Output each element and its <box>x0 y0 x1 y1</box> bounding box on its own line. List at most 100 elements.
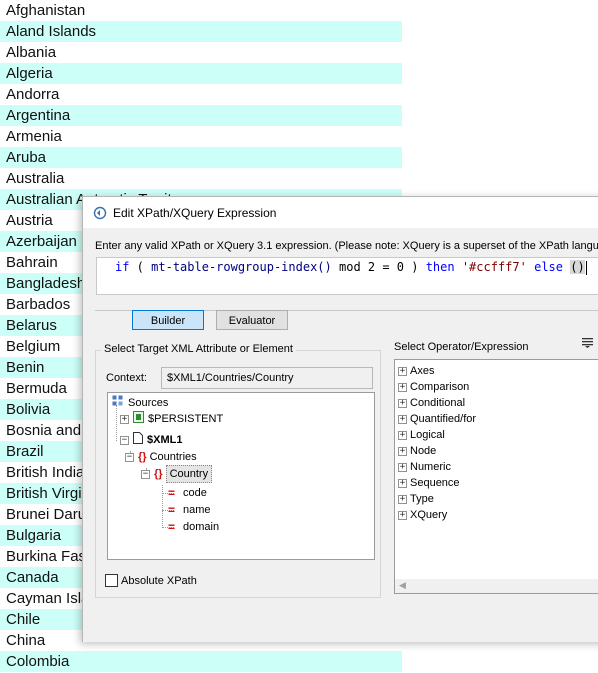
operator-tree[interactable]: + Axes + Comparison + Conditional + Quantified/… <box>394 359 598 594</box>
operator-category[interactable]: + Comparison <box>398 379 469 395</box>
instruction-text: Enter any valid XPath or XQuery 3.1 expr… <box>95 240 598 252</box>
scroll-left-icon[interactable]: ◀ <box>399 580 406 591</box>
country-row: Albania <box>6 44 57 61</box>
operator-category[interactable]: + XQuery <box>398 507 447 523</box>
absolute-xpath-checkbox[interactable]: Absolute XPath <box>105 574 197 587</box>
element-icon: {} <box>138 451 147 463</box>
tree-node-name[interactable]: = name <box>168 502 211 518</box>
collapse-icon[interactable]: − <box>125 452 134 462</box>
operator-category-label: Logical <box>410 429 445 441</box>
text-caret <box>585 260 587 275</box>
collapse-icon[interactable]: − <box>120 435 129 445</box>
operator-category[interactable]: + Sequence <box>398 475 460 491</box>
sources-icon <box>112 395 124 412</box>
document-icon <box>133 431 143 449</box>
operator-category[interactable]: + Conditional <box>398 395 465 411</box>
expand-icon[interactable]: + <box>398 382 407 392</box>
target-group-legend: Select Target XML Attribute or Element <box>101 343 296 355</box>
country-row: Algeria <box>0 63 402 84</box>
tree-connector <box>162 485 163 528</box>
expand-icon[interactable]: + <box>398 430 407 440</box>
tree-node-countries[interactable]: − {} Countries <box>125 449 197 465</box>
expr-string: '#ccfff7' <box>461 260 527 274</box>
operator-category[interactable]: + Type <box>398 491 434 507</box>
operator-category[interactable]: + Node <box>398 443 436 459</box>
expand-icon[interactable]: + <box>120 414 129 424</box>
builder-button[interactable]: Builder <box>132 310 204 330</box>
operator-category[interactable]: + Numeric <box>398 459 451 475</box>
xml-tree[interactable]: Sources + $PERSISTENT − $XML1 − {} Count… <box>107 392 375 560</box>
tree-node-xml1[interactable]: − $XML1 <box>120 431 183 449</box>
expr-space <box>455 260 462 274</box>
context-label: Context: <box>106 372 147 384</box>
operator-category[interactable]: + Axes <box>398 363 434 379</box>
country-row: Armenia <box>6 128 62 145</box>
dialog-titlebar[interactable]: Edit XPath/XQuery Expression <box>83 197 598 228</box>
expr-empty-sequence: () <box>570 260 585 274</box>
operator-category-label: Type <box>410 493 434 505</box>
tree-label: code <box>183 487 207 499</box>
country-row: Australia <box>6 170 65 187</box>
expand-icon[interactable]: + <box>398 510 407 520</box>
tree-label: $PERSISTENT <box>148 413 224 425</box>
operator-category[interactable]: + Logical <box>398 427 445 443</box>
attribute-icon: = <box>168 520 176 534</box>
operator-category-label: Comparison <box>410 381 470 393</box>
operator-category-label: Conditional <box>410 397 466 409</box>
tree-label: $XML1 <box>147 434 183 446</box>
expr-keyword-if: if <box>115 260 130 274</box>
tree-node-persistent[interactable]: + $PERSISTENT <box>120 410 224 428</box>
operator-category-label: Numeric <box>410 461 451 473</box>
xpath-edit-icon <box>93 206 107 220</box>
country-row: Argentina <box>0 105 402 126</box>
country-row: Afghanistan <box>6 2 86 19</box>
operator-category-label: XQuery <box>410 509 448 521</box>
operator-category-label: Quantified/for <box>410 413 477 425</box>
operator-category-label: Node <box>410 445 437 457</box>
tree-node-domain[interactable]: = domain <box>168 519 219 535</box>
expand-icon[interactable]: + <box>398 494 407 504</box>
attribute-icon: = <box>168 503 176 517</box>
context-field[interactable]: $XML1/Countries/Country <box>161 367 373 389</box>
expr-mid: mod 2 = 0 ) <box>331 260 426 274</box>
expr-paren: ( <box>129 260 152 274</box>
expression-editor[interactable]: if ( mt-table-rowgroup-index() mod 2 = 0… <box>96 257 598 295</box>
horizontal-scrollbar[interactable]: ◀ ▶ <box>395 579 598 593</box>
evaluator-button[interactable]: Evaluator <box>216 310 288 330</box>
xpath-dialog: Edit XPath/XQuery Expression Enter any v… <box>82 196 598 642</box>
expand-icon[interactable]: + <box>398 366 407 376</box>
expand-icon[interactable]: + <box>398 398 407 408</box>
expand-icon[interactable]: + <box>398 446 407 456</box>
tree-label: Sources <box>128 397 169 409</box>
persistent-icon <box>133 410 144 428</box>
operator-category[interactable]: + Quantified/for <box>398 411 476 427</box>
tree-label: domain <box>183 521 220 533</box>
tree-node-code[interactable]: = code <box>168 485 207 501</box>
target-groupbox: Select Target XML Attribute or Element C… <box>95 343 381 598</box>
expr-keyword-else: else <box>534 260 563 274</box>
expand-icon[interactable]: + <box>398 414 407 424</box>
operator-label: Select Operator/Expression <box>394 341 529 353</box>
tree-node-sources[interactable]: Sources <box>112 395 168 411</box>
collapse-icon[interactable]: − <box>141 469 150 479</box>
country-row: Aland Islands <box>0 21 402 42</box>
expr-function: mt-table-rowgroup-index() <box>151 260 332 274</box>
expr-space <box>527 260 534 274</box>
operator-category-label: Axes <box>410 365 435 377</box>
operator-category-label: Sequence <box>410 477 460 489</box>
tree-label: name <box>183 504 211 516</box>
dialog-title: Edit XPath/XQuery Expression <box>113 205 277 220</box>
expand-icon[interactable]: + <box>398 462 407 472</box>
expand-icon[interactable]: + <box>398 478 407 488</box>
element-icon: {} <box>154 468 163 480</box>
country-row: Aruba <box>0 147 402 168</box>
country-row: Andorra <box>6 86 60 103</box>
country-row: Colombia <box>0 651 402 672</box>
expr-keyword-then: then <box>425 260 455 274</box>
attribute-icon: = <box>168 486 176 500</box>
tree-label-selected: Country <box>165 465 213 483</box>
absolute-xpath-label: Absolute XPath <box>121 574 197 587</box>
options-menu-icon[interactable] <box>582 337 593 351</box>
checkbox-box[interactable] <box>105 574 118 587</box>
tree-node-country[interactable]: − {} Country <box>141 465 213 483</box>
